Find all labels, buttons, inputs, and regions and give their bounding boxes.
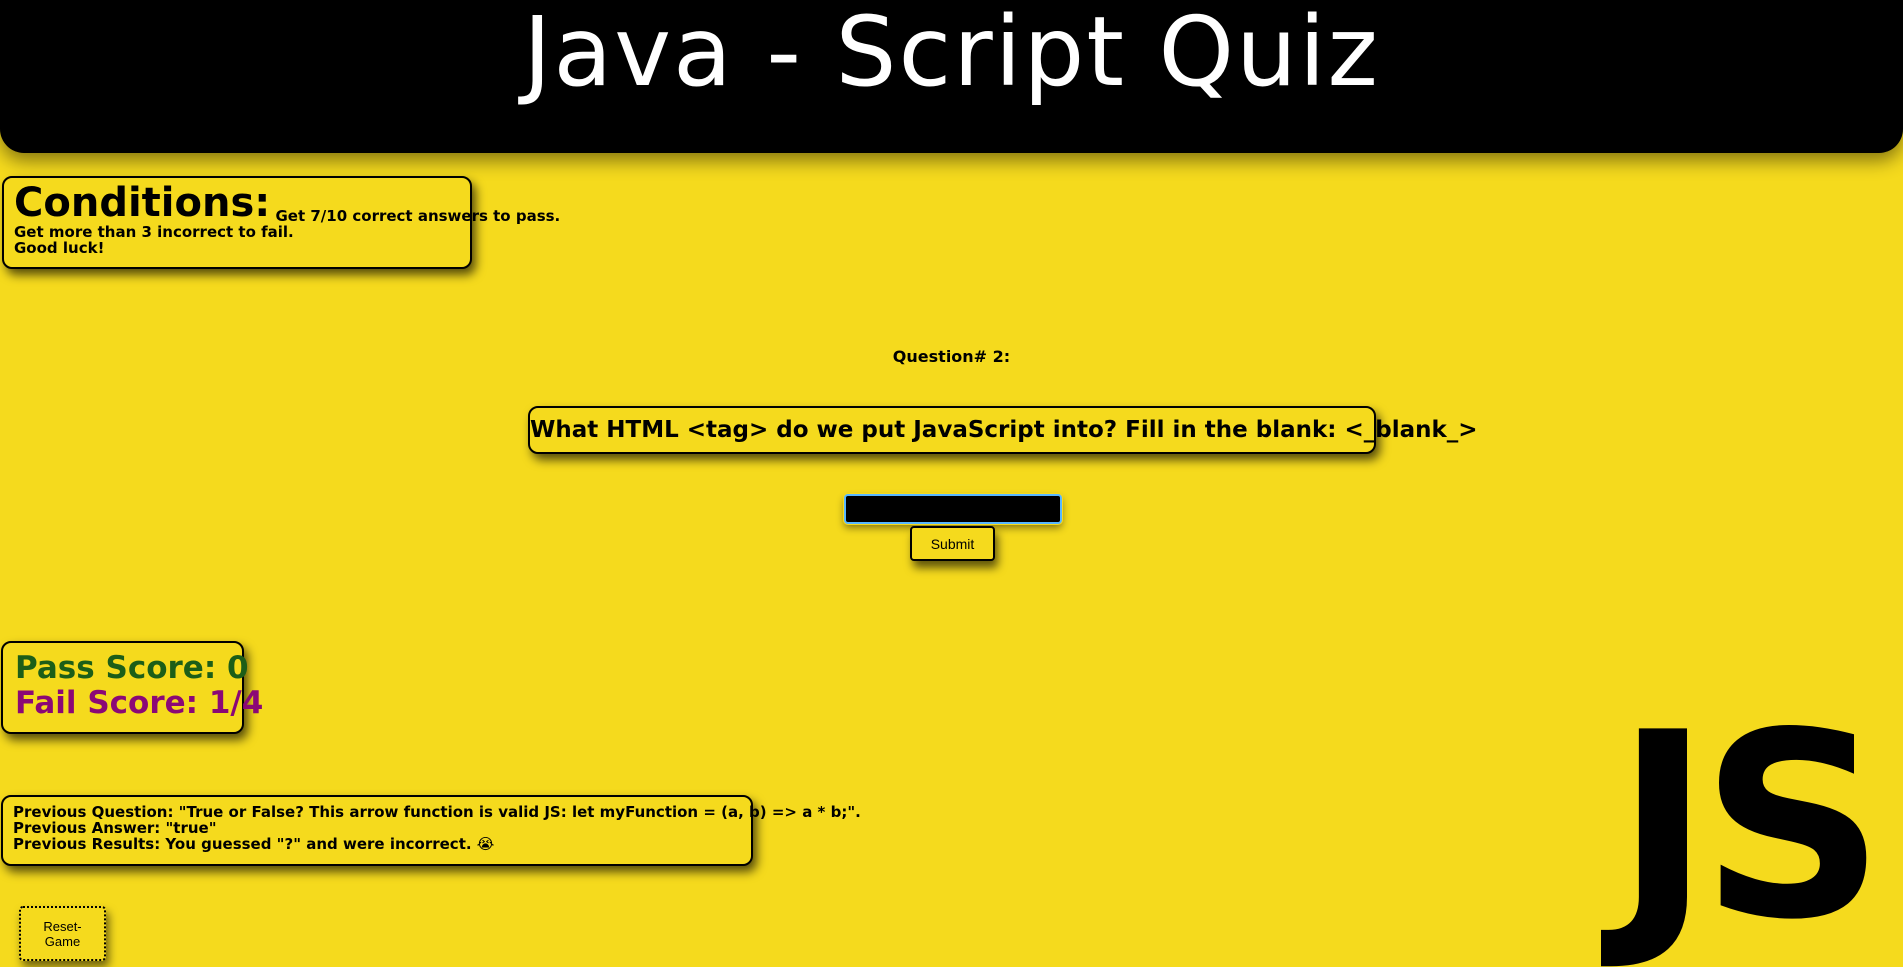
pass-condition-text: Get 7/10 correct answers to pass. <box>275 207 561 225</box>
answer-input[interactable] <box>844 494 1062 524</box>
conditions-panel: Conditions: Get 7/10 correct answers to … <box>2 176 560 269</box>
question-number: Question# 2: <box>892 347 1011 366</box>
question-panel: What HTML <tag> do we put JavaScript int… <box>528 406 1478 454</box>
fail-score: Fail Score: 1/4 <box>15 685 264 721</box>
js-logo: JS <box>1615 678 1885 967</box>
quiz-title: Java - Script Quiz <box>523 0 1380 108</box>
reset-game-label-line2: Game <box>44 933 81 949</box>
reset-game-button[interactable]: Reset- Game <box>19 906 106 961</box>
reset-game-label-line1: Reset- <box>43 918 82 934</box>
submit-button[interactable]: Submit <box>910 526 995 561</box>
score-panel: Pass Score: 0 Fail Score: 1/4 <box>1 641 264 734</box>
page-header: Java - Script Quiz <box>0 0 1903 153</box>
previous-results: Previous Results: You guessed "?" and we… <box>13 835 495 853</box>
pass-score: Pass Score: 0 <box>15 650 249 686</box>
question-text: What HTML <tag> do we put JavaScript int… <box>530 417 1478 443</box>
quiz-page: Java - Script Quiz Conditions: Get 7/10 … <box>0 0 1903 967</box>
conditions-heading: Conditions: <box>14 180 271 226</box>
previous-results-panel: Previous Question: "True or False? This … <box>1 795 861 866</box>
good-luck-text: Good luck! <box>14 239 105 257</box>
